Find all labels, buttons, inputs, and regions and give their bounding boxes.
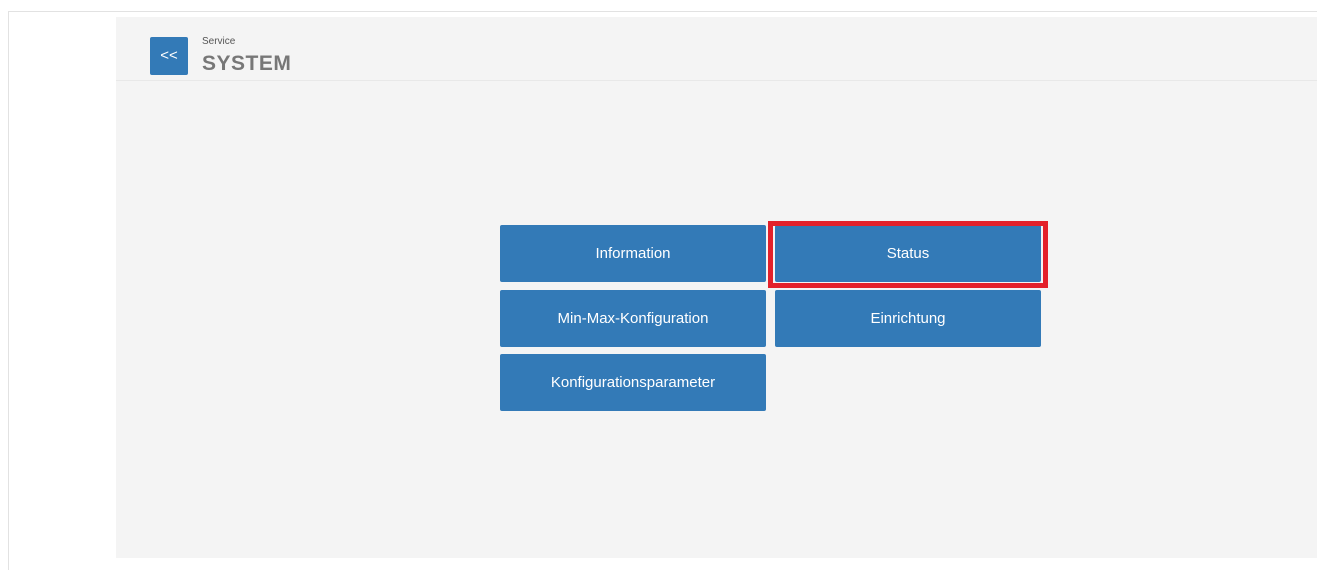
status-button[interactable]: Status [775, 225, 1041, 282]
main-panel: << Service SYSTEM Information Status Min… [116, 17, 1317, 558]
breadcrumb: Service [202, 36, 236, 47]
back-button[interactable]: << [150, 37, 188, 75]
page-header: << Service SYSTEM [116, 17, 1317, 81]
page-title: SYSTEM [202, 52, 292, 75]
information-button[interactable]: Information [500, 225, 766, 282]
einrichtung-button[interactable]: Einrichtung [775, 290, 1041, 347]
konfigurationsparameter-button[interactable]: Konfigurationsparameter [500, 354, 766, 411]
min-max-konfiguration-button[interactable]: Min-Max-Konfiguration [500, 290, 766, 347]
